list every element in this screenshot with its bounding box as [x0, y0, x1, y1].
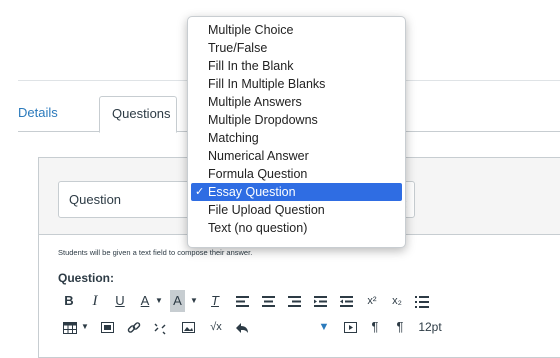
bullet-list-icon[interactable]: [414, 290, 430, 312]
equation-icon[interactable]: √x: [206, 316, 226, 338]
video-icon[interactable]: [342, 316, 358, 338]
menu-option-numerical-answer[interactable]: Numerical Answer: [188, 147, 405, 165]
unlink-icon[interactable]: [152, 316, 168, 338]
menu-option-file-upload-question[interactable]: File Upload Question: [188, 201, 405, 219]
menu-option-multiple-choice[interactable]: Multiple Choice: [188, 21, 405, 39]
align-left-icon[interactable]: [234, 290, 250, 312]
menu-option-fill-in-multiple-blanks[interactable]: Fill In Multiple Blanks: [188, 75, 405, 93]
align-right-icon[interactable]: [286, 290, 302, 312]
table-dropdown-icon[interactable]: ▼: [80, 316, 90, 338]
menu-option-label: Essay Question: [208, 185, 296, 199]
ltr-paragraph-icon[interactable]: ¶: [367, 316, 383, 338]
background-color-button[interactable]: A: [170, 290, 185, 312]
tools-dropdown-icon[interactable]: ▼: [317, 316, 331, 338]
align-center-icon[interactable]: [260, 290, 276, 312]
image-icon[interactable]: [180, 316, 196, 338]
menu-option-essay-question[interactable]: ✓ Essay Question: [191, 183, 402, 201]
menu-option-fill-in-the-blank[interactable]: Fill In the Blank: [188, 57, 405, 75]
font-color-dropdown-icon[interactable]: ▼: [154, 290, 164, 312]
italic-button[interactable]: I: [88, 290, 102, 312]
tab-questions[interactable]: Questions: [99, 96, 177, 133]
check-icon: ✓: [195, 186, 205, 198]
table-icon[interactable]: [62, 316, 78, 338]
rtl-paragraph-icon[interactable]: ¶: [392, 316, 408, 338]
question-label: Question:: [58, 271, 114, 285]
superscript-button[interactable]: x²: [364, 290, 380, 312]
question-type-options: Multiple Choice True/False Fill In the B…: [188, 17, 405, 237]
media-icon[interactable]: [99, 316, 115, 338]
menu-option-multiple-dropdowns[interactable]: Multiple Dropdowns: [188, 111, 405, 129]
question-type-hint: Students will be given a text field to c…: [58, 248, 253, 257]
menu-option-true-false[interactable]: True/False: [188, 39, 405, 57]
link-icon[interactable]: [126, 316, 142, 338]
outdent-icon[interactable]: [338, 290, 354, 312]
clear-formatting-button[interactable]: T: [208, 290, 222, 312]
menu-option-matching[interactable]: Matching: [188, 129, 405, 147]
menu-option-text-no-question[interactable]: Text (no question): [188, 219, 405, 237]
tab-details[interactable]: Details: [18, 96, 70, 130]
menu-option-multiple-answers[interactable]: Multiple Answers: [188, 93, 405, 111]
font-size-select[interactable]: 12pt: [416, 316, 444, 338]
underline-button[interactable]: U: [113, 290, 127, 312]
font-color-button[interactable]: A: [138, 290, 152, 312]
menu-option-formula-question[interactable]: Formula Question: [188, 165, 405, 183]
question-type-value: Question: [69, 192, 122, 207]
question-type-menu: Multiple Choice True/False Fill In the B…: [187, 16, 406, 248]
subscript-button[interactable]: x₂: [389, 290, 405, 312]
embed-icon[interactable]: [234, 316, 250, 338]
indent-icon[interactable]: [312, 290, 328, 312]
background-color-dropdown-icon[interactable]: ▼: [189, 290, 199, 312]
bold-button[interactable]: B: [62, 290, 76, 312]
